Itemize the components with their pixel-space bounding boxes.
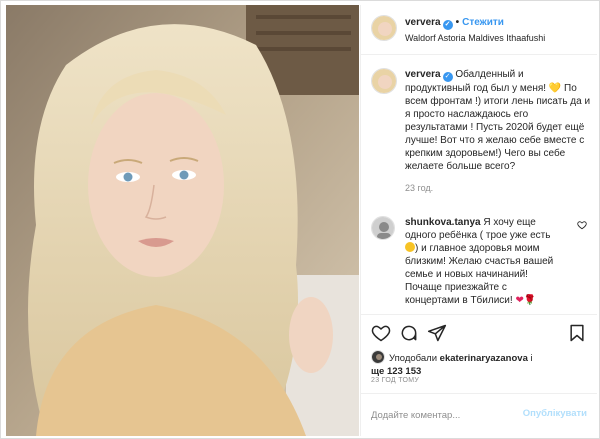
separator-dot: • xyxy=(455,17,460,28)
caption-age[interactable]: 23 год. xyxy=(405,183,591,193)
post-side-panel: ververa ✓ • Стежити Waldorf Astoria Maldive… xyxy=(360,5,597,436)
author-line: ververa ✓ • Стежити xyxy=(405,17,504,30)
author-avatar[interactable] xyxy=(371,15,397,41)
post-actions xyxy=(361,314,597,348)
comment-body: shunkova.tanya Я хочу еще одного ребёнка… xyxy=(405,216,561,307)
likes-count[interactable]: ще 123 153 xyxy=(371,366,421,377)
smile-emoji-icon xyxy=(405,242,415,252)
post-header: ververa ✓ • Стежити Waldorf Astoria Maldive… xyxy=(361,5,597,55)
follow-button[interactable]: Стежити xyxy=(462,17,504,28)
comment-input[interactable] xyxy=(371,406,521,424)
verified-icon: ✓ xyxy=(442,20,453,30)
post-modal: ververa ✓ • Стежити Waldorf Astoria Maldive… xyxy=(0,0,600,439)
comment-bubble-icon[interactable] xyxy=(399,323,419,343)
comment-like-heart-icon[interactable] xyxy=(577,220,587,230)
author-username[interactable]: ververa xyxy=(405,17,441,28)
post-location[interactable]: Waldorf Astoria Maldives Ithaafushi xyxy=(405,33,545,43)
commenter-username[interactable]: shunkova.tanya xyxy=(405,217,481,228)
caption-text: Обалденный и продуктивный год был у меня… xyxy=(405,69,591,172)
caption-username[interactable]: ververa xyxy=(405,69,441,80)
likes-summary: Уподобали ekaterinaryazanova і ще 123 15… xyxy=(371,350,591,378)
red-heart-emoji-icon: ❤ xyxy=(515,295,524,306)
post-comment-button[interactable]: Опублікувати xyxy=(523,408,587,419)
likes-prefix: Уподобали xyxy=(389,353,440,364)
post-photo[interactable] xyxy=(6,5,359,436)
verified-icon: ✓ xyxy=(442,72,453,82)
caption-body: ververa ✓ Обалденный и продуктивный год б… xyxy=(405,68,591,173)
like-heart-icon[interactable] xyxy=(371,323,391,343)
share-paper-plane-icon[interactable] xyxy=(427,323,447,343)
post-photo-image xyxy=(6,5,359,436)
liker-avatar[interactable] xyxy=(371,350,385,364)
bookmark-icon[interactable] xyxy=(567,323,587,343)
liker-username[interactable]: ekaterinaryazanova xyxy=(440,353,528,364)
caption-avatar[interactable] xyxy=(371,68,397,94)
comments-list[interactable]: ververa ✓ Обалденный и продуктивный год б… xyxy=(361,56,597,314)
commenter-avatar[interactable] xyxy=(371,216,395,240)
likes-suffix: і xyxy=(527,353,533,364)
post-timestamp[interactable]: 23 ГОД ТОМУ xyxy=(371,377,419,384)
comment-item: shunkova.tanya Я хочу еще одного ребёнка… xyxy=(371,216,591,307)
rose-emoji-icon: 🌹 xyxy=(523,295,537,306)
add-comment-bar: Опублікувати xyxy=(361,393,597,436)
post-caption: ververa ✓ Обалденный и продуктивный год б… xyxy=(371,68,591,193)
